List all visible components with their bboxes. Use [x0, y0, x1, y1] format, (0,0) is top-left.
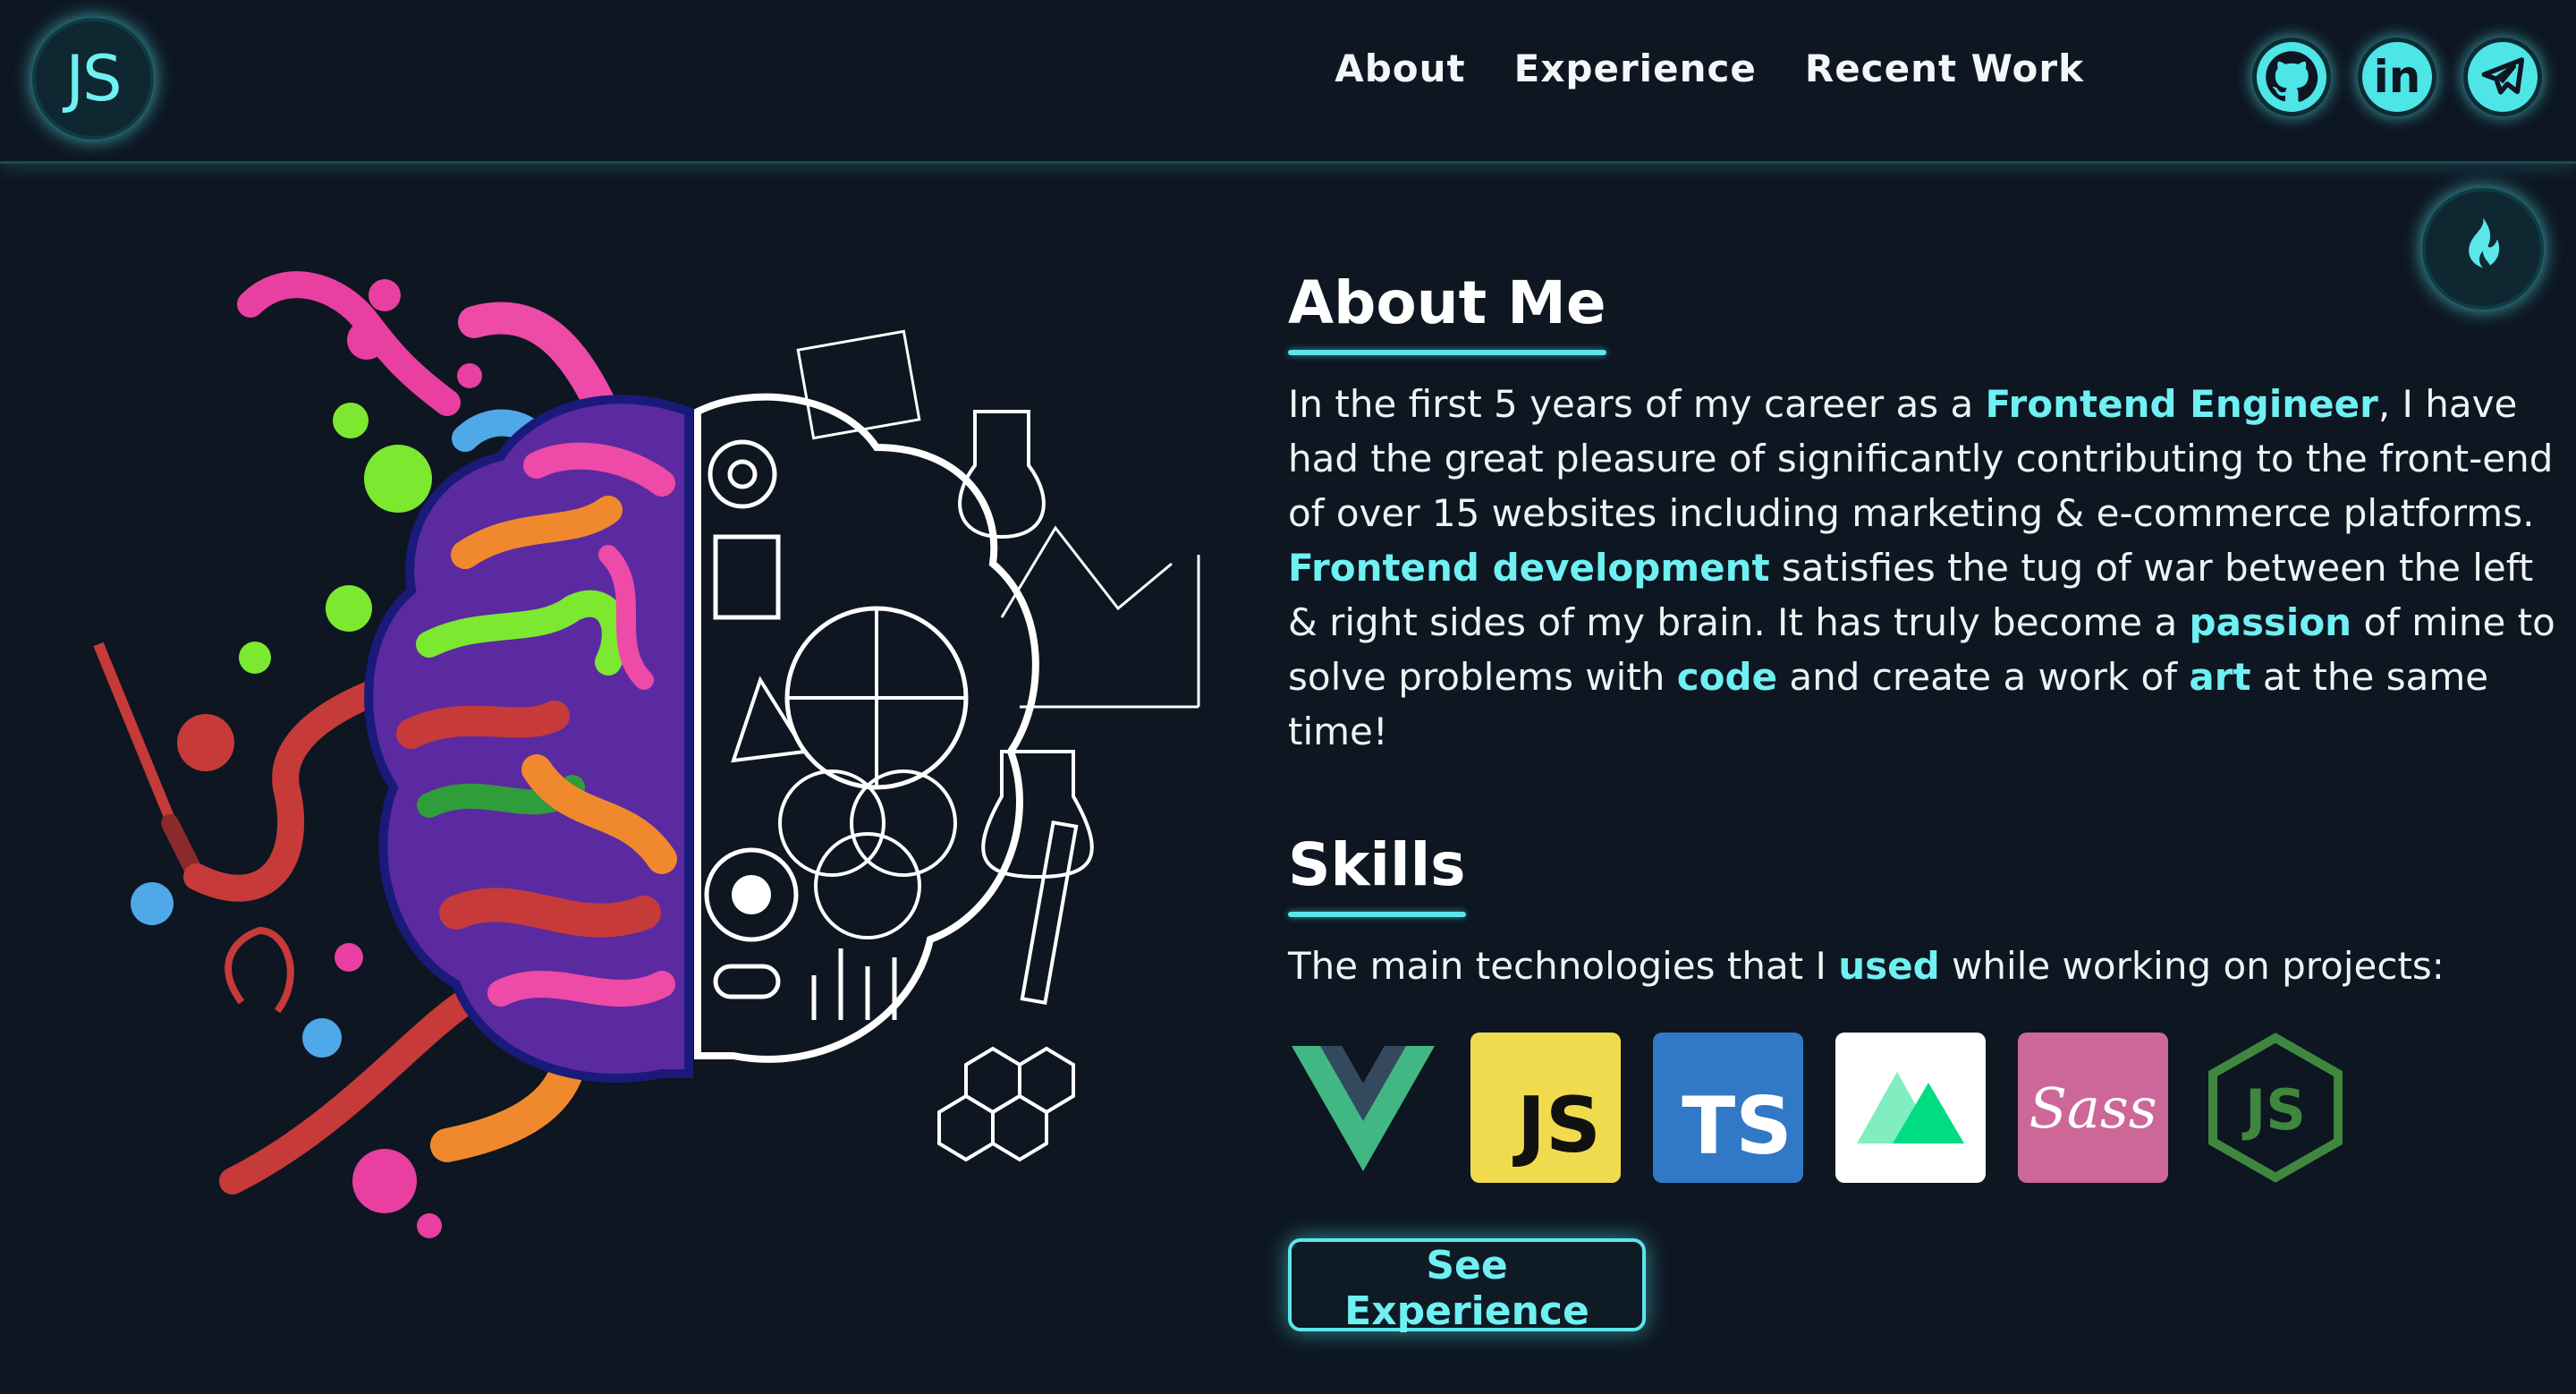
- telegram-button[interactable]: [2463, 38, 2542, 116]
- about-text-part: and create a work of: [1777, 655, 2190, 699]
- typescript-icon: TS: [1653, 1033, 1803, 1183]
- highlight-frontend-development: Frontend development: [1288, 546, 1770, 590]
- highlight-passion: passion: [2189, 600, 2352, 644]
- see-experience-button[interactable]: See Experience: [1288, 1238, 1646, 1334]
- linkedin-button[interactable]: in: [2358, 38, 2436, 116]
- skills-title: Skills: [1288, 830, 1466, 917]
- highlight-used: used: [1838, 944, 1940, 988]
- skills-description: The main technologies that I used while …: [1288, 944, 2558, 988]
- nav-link-experience[interactable]: Experience: [1514, 47, 1757, 90]
- skills-section: Skills: [1288, 830, 2558, 917]
- brain-illustration: [72, 233, 1261, 1288]
- github-icon: [2266, 51, 2318, 102]
- nav-link-recent-work[interactable]: Recent Work: [1805, 47, 2084, 90]
- skills-text-part: while working on projects:: [1939, 944, 2445, 988]
- site-header: JS About Experience Recent Work in: [0, 0, 2576, 164]
- telegram-icon: [2481, 57, 2525, 95]
- vue-icon: [1288, 1033, 1438, 1183]
- linkedin-icon: in: [2373, 51, 2421, 103]
- logo[interactable]: JS: [32, 18, 154, 140]
- main-nav: About Experience Recent Work: [1335, 47, 2084, 90]
- javascript-icon-text: JS: [1517, 1081, 1601, 1170]
- typescript-icon-text: TS: [1682, 1079, 1792, 1172]
- logo-text: JS: [65, 42, 122, 115]
- highlight-art: art: [2189, 655, 2251, 699]
- nav-link-about[interactable]: About: [1335, 47, 1465, 90]
- about-section: About Me In the first 5 years of my care…: [1288, 268, 2558, 1334]
- sass-icon: Sass: [2018, 1033, 2168, 1183]
- about-text-part: In the first 5 years of my career as a: [1288, 382, 1986, 426]
- github-button[interactable]: [2252, 38, 2331, 116]
- about-title: About Me: [1288, 268, 1606, 355]
- skills-text-part: The main technologies that I: [1288, 944, 1839, 988]
- about-paragraph: In the first 5 years of my career as a F…: [1288, 377, 2558, 759]
- highlight-code: code: [1676, 655, 1778, 699]
- highlight-frontend-engineer: Frontend Engineer: [1985, 382, 2378, 426]
- nuxt-icon: [1835, 1033, 1986, 1183]
- sass-icon-text: Sass: [2029, 1075, 2157, 1141]
- nodejs-icon: JS: [2200, 1033, 2351, 1183]
- social-links: in: [2252, 38, 2542, 116]
- skills-list: JS TS Sass JS: [1288, 1033, 2558, 1183]
- nodejs-icon-text: JS: [2241, 1077, 2306, 1143]
- javascript-icon: JS: [1470, 1033, 1621, 1183]
